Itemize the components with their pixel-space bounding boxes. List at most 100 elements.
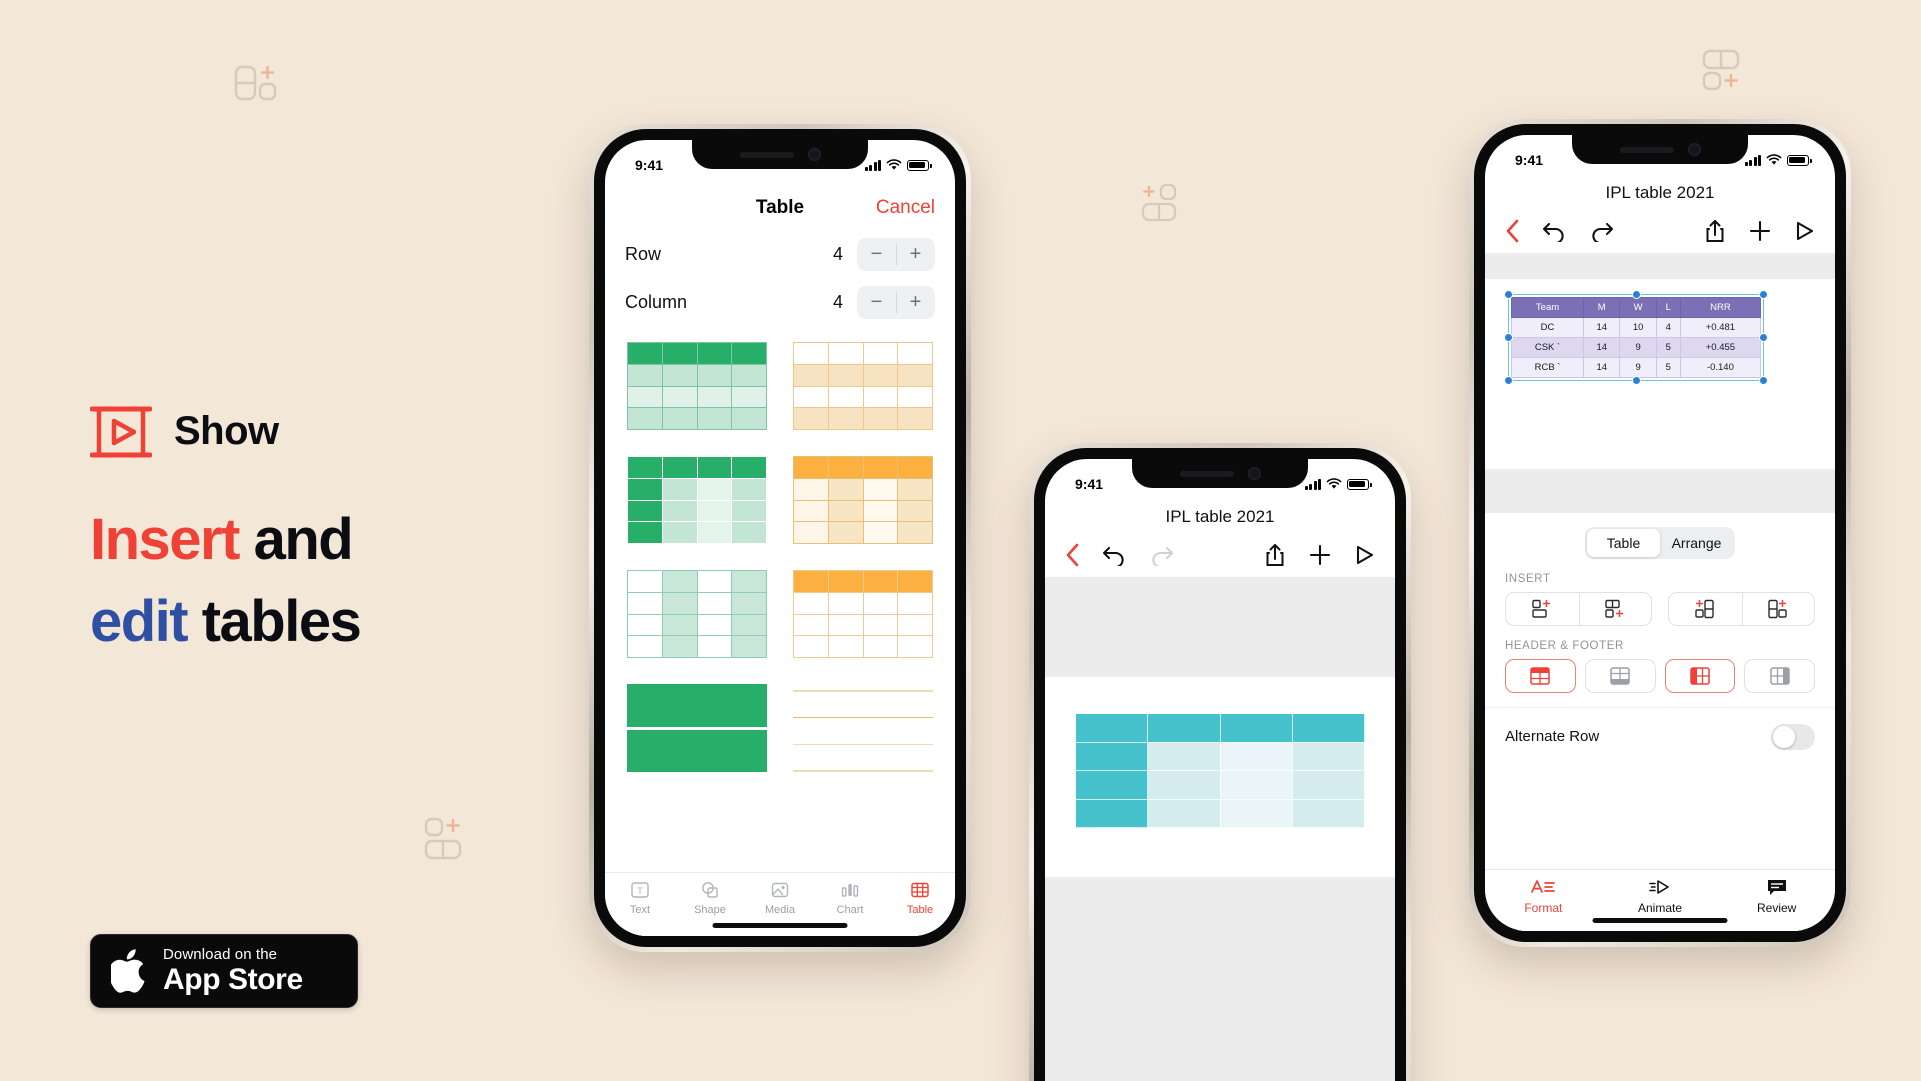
resize-handle-bottom-right[interactable]	[1759, 376, 1768, 385]
tab-animate[interactable]: Animate	[1602, 878, 1719, 931]
play-icon[interactable]	[1795, 220, 1815, 242]
plus-icon[interactable]	[1309, 544, 1331, 566]
teal-table[interactable]	[1074, 713, 1366, 828]
table-style-green-solid-block[interactable]	[627, 684, 767, 772]
tab-table[interactable]: Table	[885, 880, 955, 916]
tab-review[interactable]: Review	[1718, 878, 1835, 931]
table-style-orange-lines-only[interactable]	[793, 684, 933, 772]
table-header-cell[interactable]: Team	[1510, 297, 1585, 318]
footer-column-button[interactable]	[1744, 659, 1815, 693]
table-cell[interactable]: 14	[1583, 357, 1621, 378]
tab-text[interactable]: T Text	[605, 880, 675, 916]
table-cell[interactable]	[1147, 741, 1221, 771]
footer-row-button[interactable]	[1584, 659, 1656, 693]
slide-surface[interactable]	[1045, 677, 1395, 877]
resize-handle-top-left[interactable]	[1504, 290, 1513, 299]
table-header-cell[interactable]: M	[1583, 297, 1621, 318]
table-cell[interactable]	[1147, 713, 1221, 743]
plus-icon[interactable]	[1749, 220, 1771, 242]
row-stepper[interactable]: − +	[857, 237, 935, 271]
tab-format[interactable]: Format	[1485, 878, 1602, 931]
table-cell[interactable]	[1074, 798, 1149, 828]
table-cell[interactable]: 5	[1655, 357, 1681, 378]
row-plus-button[interactable]: +	[896, 238, 935, 271]
table-cell[interactable]	[1147, 770, 1221, 800]
back-chevron-icon[interactable]	[1065, 543, 1080, 567]
add-column-right-button[interactable]	[1741, 593, 1815, 625]
table-style-orange-header-plain-grid[interactable]	[793, 570, 933, 658]
cancel-button[interactable]: Cancel	[876, 197, 935, 219]
table-cell[interactable]: 10	[1619, 317, 1657, 338]
app-store-small-text: Download on the	[163, 946, 278, 963]
alternate-row-toggle[interactable]	[1771, 723, 1815, 750]
table-header-cell[interactable]: NRR	[1679, 297, 1762, 318]
table-cell[interactable]: RCB `	[1510, 357, 1585, 378]
share-icon[interactable]	[1265, 543, 1285, 567]
resize-handle-middle-left[interactable]	[1504, 333, 1513, 342]
table-cell[interactable]: 9	[1619, 337, 1657, 358]
tab-chart[interactable]: Chart	[815, 880, 885, 916]
slide-canvas[interactable]	[1045, 577, 1395, 1081]
table-cell[interactable]	[1291, 741, 1366, 771]
table-style-green-header-banded[interactable]	[627, 342, 767, 430]
table-header-cell[interactable]: L	[1655, 297, 1681, 318]
ipl-standings-table[interactable]: Team M W L NRR DC 14 10 4 +0.481 CSK ` 14 9 5 +0.455 RC…	[1510, 297, 1762, 378]
table-cell[interactable]: 14	[1583, 317, 1621, 338]
table-row: RCB ` 14 9 5 -0.140	[1510, 357, 1762, 378]
table-cell[interactable]	[1074, 713, 1149, 743]
table-cell[interactable]	[1219, 770, 1293, 800]
resize-handle-top-right[interactable]	[1759, 290, 1768, 299]
undo-arrow-icon[interactable]	[1102, 544, 1127, 566]
back-chevron-icon[interactable]	[1505, 219, 1520, 243]
table-cell[interactable]	[1074, 770, 1149, 800]
table-arrange-segmented-control[interactable]: Table Arrange	[1585, 527, 1735, 559]
table-cell[interactable]: 4	[1655, 317, 1681, 338]
segment-table[interactable]: Table	[1587, 529, 1660, 557]
table-style-green-column-stripes[interactable]	[627, 570, 767, 658]
resize-handle-middle-right[interactable]	[1759, 333, 1768, 342]
table-cell[interactable]: +0.481	[1679, 317, 1762, 338]
tab-media[interactable]: Media	[745, 880, 815, 916]
add-column-left-button[interactable]	[1669, 593, 1742, 625]
add-row-below-button[interactable]	[1578, 593, 1652, 625]
table-cell[interactable]: CSK `	[1510, 337, 1585, 358]
tab-shape[interactable]: Shape	[675, 880, 745, 916]
resize-handle-top-center[interactable]	[1631, 290, 1641, 299]
share-icon[interactable]	[1705, 219, 1725, 243]
table-cell[interactable]: +0.455	[1679, 337, 1762, 358]
table-cell[interactable]	[1219, 741, 1293, 771]
segment-arrange[interactable]: Arrange	[1660, 529, 1733, 557]
undo-arrow-icon[interactable]	[1542, 220, 1567, 242]
table-cell[interactable]	[1291, 770, 1366, 800]
table-cell[interactable]: DC	[1510, 317, 1585, 338]
play-icon[interactable]	[1355, 544, 1375, 566]
resize-handle-bottom-center[interactable]	[1631, 376, 1641, 385]
add-row-above-button[interactable]	[1506, 593, 1579, 625]
table-style-orange-banded-no-header[interactable]	[793, 342, 933, 430]
column-minus-button[interactable]: −	[857, 286, 896, 319]
table-cell[interactable]: -0.140	[1679, 357, 1762, 378]
table-cell[interactable]	[1219, 713, 1293, 743]
table-cell[interactable]	[1147, 798, 1221, 828]
table-cell[interactable]: 9	[1619, 357, 1657, 378]
column-plus-button[interactable]: +	[896, 286, 935, 319]
ipl-table-selection[interactable]: Team M W L NRR DC 14 10 4 +0.481 CSK ` 14 9 5 +0.455 RC…	[1504, 290, 1768, 385]
resize-handle-bottom-left[interactable]	[1504, 376, 1513, 385]
slide-canvas[interactable]: Team M W L NRR DC 14 10 4 +0.481 CSK ` 14 9 5 +0.455 RC…	[1485, 253, 1835, 513]
table-cell[interactable]	[1291, 798, 1366, 828]
column-stepper[interactable]: − +	[857, 285, 935, 319]
table-style-green-header-and-first-column[interactable]	[627, 456, 767, 544]
row-minus-button[interactable]: −	[857, 238, 896, 271]
app-store-badge[interactable]: Download on the App Store	[90, 934, 358, 1008]
table-cell[interactable]	[1291, 713, 1366, 743]
redo-arrow-icon[interactable]	[1149, 544, 1174, 566]
table-cell[interactable]: 5	[1655, 337, 1681, 358]
table-cell[interactable]	[1074, 741, 1149, 771]
table-header-cell[interactable]: W	[1619, 297, 1657, 318]
header-row-button[interactable]	[1505, 659, 1576, 693]
redo-arrow-icon[interactable]	[1589, 220, 1614, 242]
table-cell[interactable]	[1219, 798, 1293, 828]
header-column-button[interactable]	[1664, 659, 1736, 693]
table-style-orange-header-solid[interactable]	[793, 456, 933, 544]
table-cell[interactable]: 14	[1583, 337, 1621, 358]
